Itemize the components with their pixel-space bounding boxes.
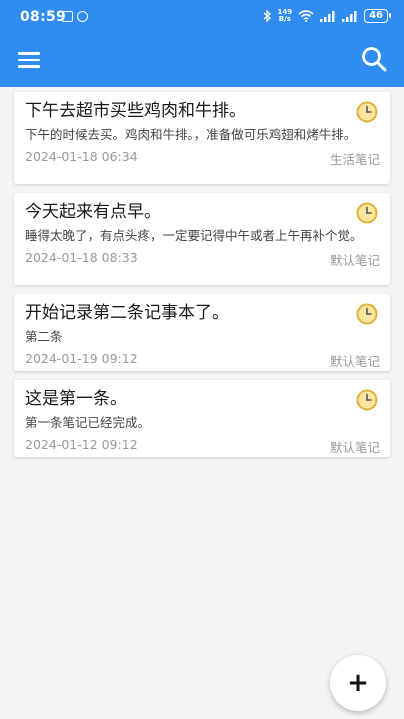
clock-icon[interactable]	[356, 202, 378, 224]
note-category: 默认笔记	[329, 253, 380, 268]
note-footer: 2024-01-19 09:12 默认笔记	[25, 351, 380, 370]
note-title: 今天起来有点早。	[25, 202, 161, 222]
note-category: 默认笔记	[329, 440, 380, 455]
status-right: 149 B/s 46	[263, 9, 391, 23]
status-notification-icons	[62, 11, 88, 22]
notification-alarm-icon	[77, 11, 88, 22]
note-card[interactable]: 开始记录第二条记事本了。 第二条 2024-01-19 09:12 默认笔记	[14, 294, 390, 371]
note-date: 2024-01-19 09:12	[25, 351, 138, 366]
note-date: 2024-01-12 09:12	[25, 437, 138, 452]
clock-icon[interactable]	[356, 303, 378, 325]
app-bar: 08:59 149 B/s 46	[0, 0, 404, 87]
note-body: 下午的时候去买。鸡肉和牛排。，准备做可乐鸡翅和烤牛排。	[25, 127, 357, 142]
signal-icon-2	[342, 10, 357, 22]
clock-icon[interactable]	[356, 101, 378, 123]
note-card[interactable]: 今天起来有点早。 睡得太晚了，有点头疼，一定要记得中午或者上午再补个觉。 202…	[14, 193, 390, 285]
status-bar: 08:59 149 B/s 46	[0, 0, 404, 34]
note-card[interactable]: 下午去超市买些鸡肉和牛排。 下午的时候去买。鸡肉和牛排。，准备做可乐鸡翅和烤牛排…	[14, 92, 390, 184]
note-category: 生活笔记	[329, 152, 380, 167]
note-card[interactable]: 这是第一条。 第一条笔记已经完成。 2024-01-12 09:12 默认笔记	[14, 380, 390, 457]
note-title: 下午去超市买些鸡肉和牛排。	[25, 101, 246, 121]
note-footer: 2024-01-18 06:34 生活笔记	[25, 149, 380, 168]
notification-n-icon	[62, 11, 73, 22]
net-speed-unit: B/s	[278, 15, 291, 23]
notes-list: 下午去超市买些鸡肉和牛排。 下午的时候去买。鸡肉和牛排。，准备做可乐鸡翅和烤牛排…	[14, 92, 390, 466]
signal-icon	[320, 10, 335, 22]
note-category: 默认笔记	[329, 354, 380, 369]
wifi-icon	[298, 10, 314, 22]
status-time: 08:59	[20, 9, 67, 25]
hamburger-menu-icon[interactable]	[18, 52, 40, 68]
note-date: 2024-01-18 06:34	[25, 149, 138, 164]
note-title: 开始记录第二条记事本了。	[25, 303, 229, 323]
net-speed: 149 B/s	[277, 9, 292, 23]
note-footer: 2024-01-12 09:12 默认笔记	[25, 437, 380, 456]
clock-icon[interactable]	[356, 389, 378, 411]
note-date: 2024-01-18 08:33	[25, 250, 138, 265]
note-body: 睡得太晚了，有点头疼，一定要记得中午或者上午再补个觉。	[25, 228, 363, 243]
add-note-button[interactable]: +	[330, 655, 386, 711]
battery-indicator: 46	[364, 9, 391, 23]
note-footer: 2024-01-18 08:33 默认笔记	[25, 250, 380, 269]
note-body: 第一条笔记已经完成。	[25, 415, 151, 430]
note-body: 第二条	[25, 329, 63, 344]
note-title: 这是第一条。	[25, 389, 127, 409]
search-icon[interactable]	[360, 45, 388, 73]
bluetooth-icon	[264, 10, 272, 22]
